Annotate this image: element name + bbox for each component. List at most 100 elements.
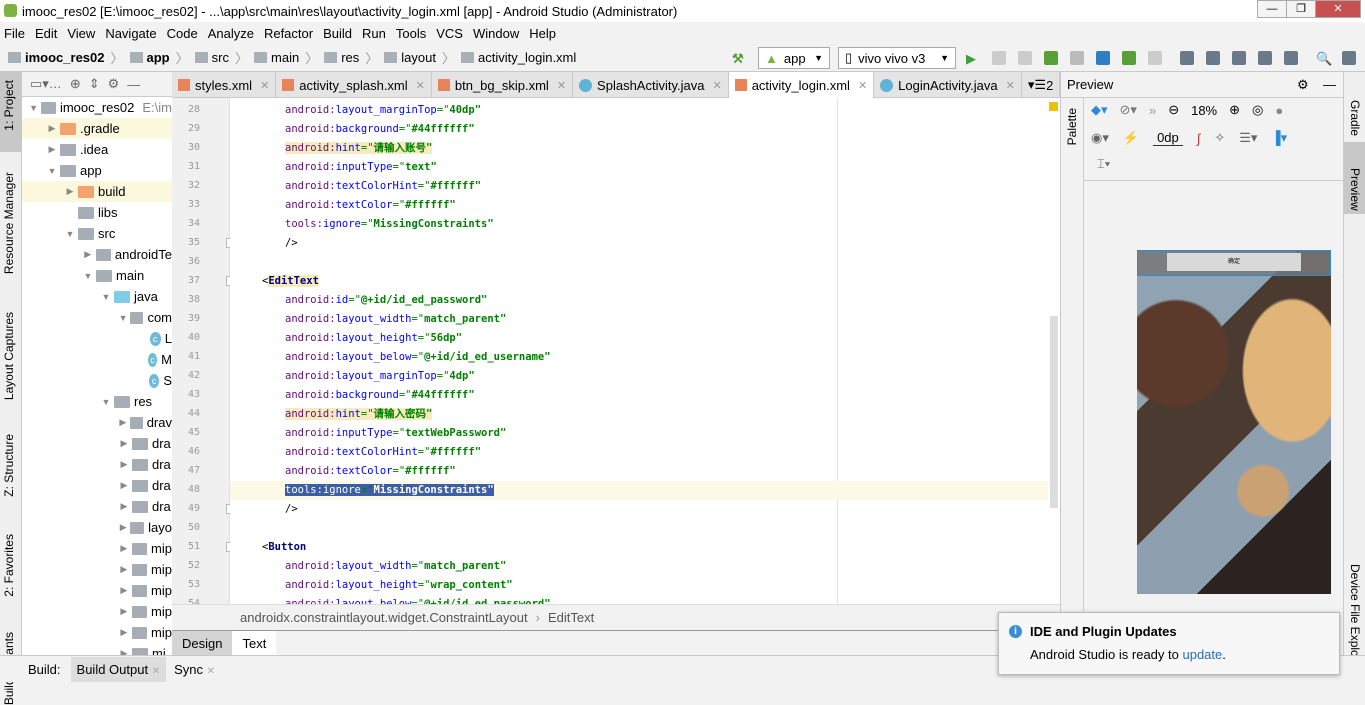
- tree-item[interactable]: ▶ .idea: [22, 139, 172, 160]
- close-icon[interactable]: ✕: [416, 79, 425, 92]
- tree-item[interactable]: ▶ mip: [22, 538, 172, 559]
- hide-icon[interactable]: —: [127, 77, 140, 92]
- tool-window-preview[interactable]: Preview: [1348, 168, 1362, 211]
- expand-right-icon[interactable]: ▶: [118, 480, 130, 491]
- breadcrumb-item[interactable]: app 〉: [129, 48, 189, 67]
- breadcrumb-item[interactable]: androidx.constraintlayout.widget.Constra…: [240, 610, 528, 625]
- expand-down-icon[interactable]: ▼: [100, 397, 112, 407]
- view-mode-select[interactable]: ▭▾…: [30, 76, 62, 92]
- close-icon[interactable]: ✕: [712, 79, 721, 92]
- menu-file[interactable]: File: [4, 26, 25, 41]
- close-icon[interactable]: ✕: [1006, 79, 1015, 92]
- tree-item[interactable]: ▶ mi: [22, 643, 172, 655]
- tool-window-resource-manager[interactable]: Resource Manager: [2, 172, 16, 274]
- menu-code[interactable]: Code: [167, 26, 198, 41]
- breadcrumb-item[interactable]: imooc_res02 〉: [8, 48, 124, 67]
- tab-build-output[interactable]: Build Output ✕: [70, 656, 167, 682]
- default-margin[interactable]: 0dp: [1153, 130, 1183, 146]
- tab-text[interactable]: Text: [232, 631, 277, 655]
- eye-icon[interactable]: ◉▾: [1091, 130, 1109, 146]
- search-icon[interactable]: 🔍: [1316, 51, 1332, 66]
- update-link[interactable]: update: [1182, 647, 1222, 662]
- maximize-button[interactable]: ❐: [1286, 0, 1316, 18]
- tab-btn_bg_skip-xml[interactable]: btn_bg_skip.xml ✕: [432, 72, 574, 98]
- expand-right-icon[interactable]: ▶: [118, 585, 130, 596]
- menu-window[interactable]: Window: [473, 26, 519, 41]
- tab-activity_splash-xml[interactable]: activity_splash.xml ✕: [276, 72, 432, 98]
- zoom-in-icon[interactable]: ⊕: [1229, 102, 1240, 118]
- download-icon[interactable]: [1284, 51, 1298, 65]
- locate-icon[interactable]: ⊕: [70, 76, 81, 92]
- tree-item[interactable]: ▼ app: [22, 160, 172, 181]
- minimize-button[interactable]: —: [1257, 0, 1287, 18]
- tree-item[interactable]: ▶ mip: [22, 601, 172, 622]
- menu-view[interactable]: View: [67, 26, 95, 41]
- align-icon[interactable]: ▐▾: [1271, 130, 1287, 146]
- tree-item[interactable]: cL: [22, 328, 172, 349]
- tool-window-structure[interactable]: Z: Structure: [2, 434, 16, 497]
- profile-icon[interactable]: [1070, 51, 1084, 65]
- expand-down-icon[interactable]: ▼: [82, 271, 94, 281]
- apply-changes-icon[interactable]: [992, 51, 1006, 65]
- tree-item[interactable]: ▶ dra: [22, 496, 172, 517]
- menu-refactor[interactable]: Refactor: [264, 26, 313, 41]
- pack-icon[interactable]: ☰▾: [1239, 130, 1257, 146]
- expand-right-icon[interactable]: ▶: [118, 438, 130, 449]
- sync-icon[interactable]: [1180, 51, 1194, 65]
- menu-navigate[interactable]: Navigate: [105, 26, 156, 41]
- breadcrumb-item[interactable]: EditText: [548, 610, 594, 625]
- tab-splashactivity-java[interactable]: SplashActivity.java ✕: [573, 72, 729, 98]
- menu-vcs[interactable]: VCS: [436, 26, 463, 41]
- attach-debugger-icon[interactable]: [1096, 51, 1110, 65]
- expand-right-icon[interactable]: ▶: [118, 522, 128, 533]
- expand-right-icon[interactable]: ▶: [82, 249, 94, 260]
- tree-item[interactable]: ▶ mip: [22, 580, 172, 601]
- expand-right-icon[interactable]: ▶: [118, 606, 130, 617]
- tree-item[interactable]: ▶ drav: [22, 412, 172, 433]
- tab-design[interactable]: Design: [172, 631, 233, 655]
- tree-item[interactable]: libs: [22, 202, 172, 223]
- tree-item[interactable]: ▶ mip: [22, 622, 172, 643]
- expand-right-icon[interactable]: ▶: [46, 144, 58, 155]
- breadcrumb-item[interactable]: src 〉: [194, 48, 248, 67]
- guidelines-icon[interactable]: ⌶▾: [1097, 156, 1110, 172]
- collapse-icon[interactable]: ⇕: [89, 76, 100, 92]
- close-icon[interactable]: ✕: [207, 666, 215, 677]
- tree-item[interactable]: cS: [22, 370, 172, 391]
- menu-help[interactable]: Help: [529, 26, 556, 41]
- tree-item[interactable]: ▼ imooc_res02 E:\im: [22, 97, 172, 118]
- overflow-icon[interactable]: »: [1149, 103, 1156, 118]
- hammer-icon[interactable]: ⚒: [732, 51, 746, 66]
- layers-icon[interactable]: ◆▾: [1091, 102, 1108, 118]
- tree-item[interactable]: ▶ .gradle: [22, 118, 172, 139]
- tool-window-project-label[interactable]: 1: Project: [2, 80, 16, 131]
- autoconnect-icon[interactable]: ⚡: [1123, 130, 1139, 146]
- more-icon[interactable]: [1342, 51, 1356, 65]
- expand-right-icon[interactable]: ▶: [118, 564, 130, 575]
- tree-item[interactable]: ▶ build: [22, 181, 172, 202]
- tree-item[interactable]: ▶ androidTe: [22, 244, 172, 265]
- run-icon[interactable]: ▶: [966, 51, 980, 66]
- breadcrumb-item[interactable]: main 〉: [254, 48, 318, 67]
- orientation-icon[interactable]: ⊘▾: [1120, 102, 1137, 118]
- close-button[interactable]: ✕: [1315, 0, 1361, 18]
- avd-manager-icon[interactable]: [1206, 51, 1220, 65]
- tab-sync[interactable]: Sync ✕: [166, 657, 223, 682]
- tree-item[interactable]: ▶ mip: [22, 559, 172, 580]
- expand-right-icon[interactable]: ▶: [118, 501, 130, 512]
- expand-right-icon[interactable]: ▶: [118, 543, 130, 554]
- tree-item[interactable]: ▶ dra: [22, 454, 172, 475]
- tree-item[interactable]: ▼ java: [22, 286, 172, 307]
- infer-constraints-icon[interactable]: ✧: [1214, 130, 1225, 146]
- tree-item[interactable]: ▼ com: [22, 307, 172, 328]
- code-editor[interactable]: android:layout_marginTop="40dp" android:b…: [230, 98, 1060, 604]
- tree-item[interactable]: ▶ layo: [22, 517, 172, 538]
- expand-right-icon[interactable]: ▶: [64, 186, 76, 197]
- tree-item[interactable]: ▼ res: [22, 391, 172, 412]
- expand-down-icon[interactable]: ▼: [118, 313, 128, 323]
- expand-right-icon[interactable]: ▶: [118, 417, 128, 428]
- tree-item[interactable]: cM: [22, 349, 172, 370]
- menu-analyze[interactable]: Analyze: [208, 26, 254, 41]
- expand-down-icon[interactable]: ▼: [46, 166, 58, 176]
- expand-down-icon[interactable]: ▼: [28, 103, 39, 113]
